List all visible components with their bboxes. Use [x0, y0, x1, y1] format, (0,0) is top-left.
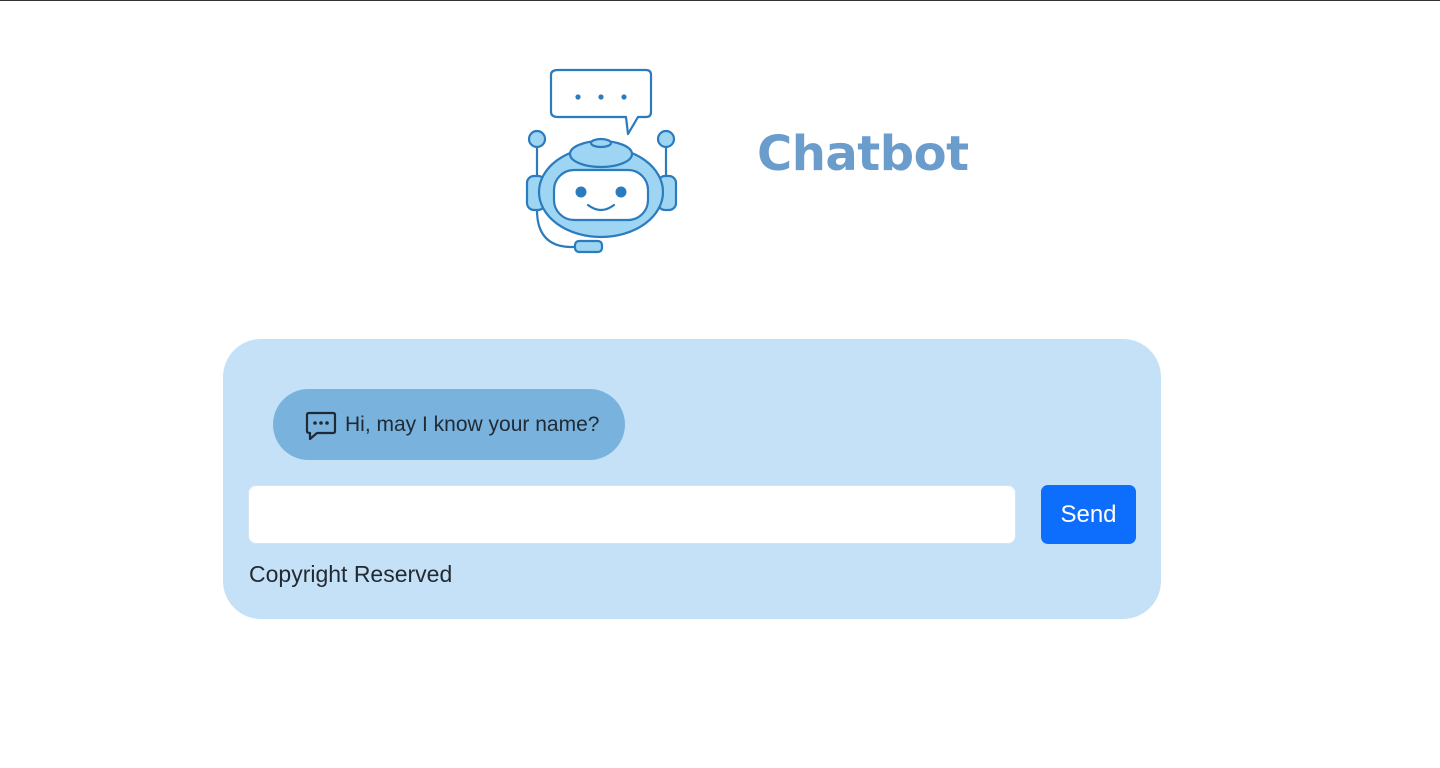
bot-message-text: Hi, may I know your name?	[345, 412, 600, 436]
footer-copyright: Copyright Reserved	[249, 561, 453, 587]
chat-panel: Hi, may I know your name? Send Copyright…	[223, 339, 1161, 619]
chat-dots-icon	[305, 409, 337, 441]
robot-chat-icon	[525, 68, 678, 254]
page-title: Chatbot	[757, 126, 969, 182]
bot-message-bubble: Hi, may I know your name?	[273, 389, 626, 460]
message-input[interactable]	[248, 485, 1016, 544]
send-button[interactable]: Send	[1041, 485, 1136, 544]
page-header: Chatbot	[0, 0, 1440, 300]
